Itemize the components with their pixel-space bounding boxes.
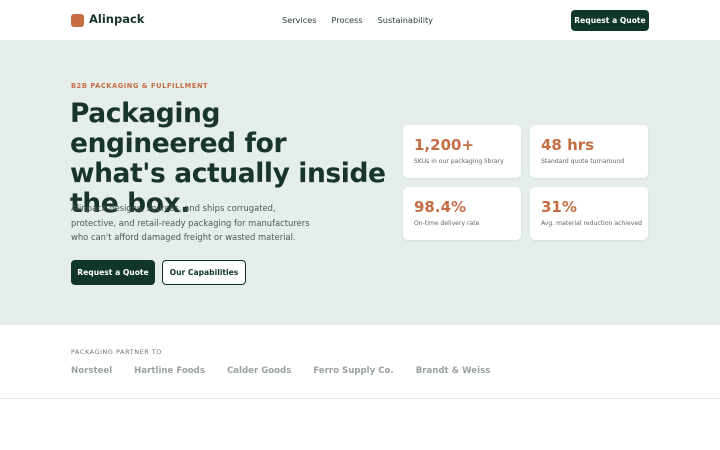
logo-icon[interactable] — [71, 14, 84, 27]
stat-value: 48 hrs — [541, 136, 595, 154]
site-header: Alinpack Services Process Sustainability… — [0, 0, 720, 40]
partners-label: PACKAGING PARTNER TO — [71, 348, 163, 356]
our-capabilities-button[interactable]: Our Capabilities — [162, 260, 246, 285]
nav-link-process[interactable]: Process — [332, 15, 363, 25]
stat-label: On-time delivery rate — [414, 220, 480, 227]
nav-link-sustainability[interactable]: Sustainability — [378, 15, 433, 25]
hero-section: B2B PACKAGING & FULFILLMENT Packaging en… — [0, 40, 720, 325]
partner-list: Norsteel Hartline Foods Calder Goods Fer… — [71, 366, 490, 376]
stat-value: 98.4% — [414, 198, 467, 216]
request-quote-button[interactable]: Request a Quote — [71, 260, 155, 285]
stat-value: 1,200+ — [414, 136, 475, 154]
partner-name: Hartline Foods — [134, 366, 205, 376]
stat-label: SKUs in our packaging library — [414, 158, 504, 165]
partner-name: Norsteel — [71, 366, 113, 376]
partner-name: Ferro Supply Co. — [313, 366, 394, 376]
partner-name: Calder Goods — [226, 366, 292, 376]
stat-card-skus: 1,200+ SKUs in our packaging library — [403, 125, 521, 178]
stat-label: Standard quote turnaround — [541, 158, 625, 165]
stat-card-turnaround: 48 hrs Standard quote turnaround — [530, 125, 648, 178]
brand-name[interactable]: Alinpack — [89, 12, 144, 26]
partner-name: Brandt & Weiss — [415, 366, 491, 376]
main-nav: Services Process Sustainability — [282, 15, 433, 25]
partners-section: PACKAGING PARTNER TO Norsteel Hartline F… — [0, 325, 720, 399]
stat-value: 31% — [541, 198, 577, 216]
hero-eyebrow: B2B PACKAGING & FULFILLMENT — [71, 82, 209, 90]
stat-card-material-reduction: 31% Avg. material reduction achieved — [530, 187, 648, 240]
stat-label: Avg. material reduction achieved — [541, 220, 642, 227]
nav-link-services[interactable]: Services — [282, 15, 317, 25]
hero-subtext: Alinpack designs, sources, and ships cor… — [71, 203, 310, 242]
stat-card-delivery: 98.4% On-time delivery rate — [403, 187, 521, 240]
header-request-quote-button[interactable]: Request a Quote — [571, 10, 649, 31]
